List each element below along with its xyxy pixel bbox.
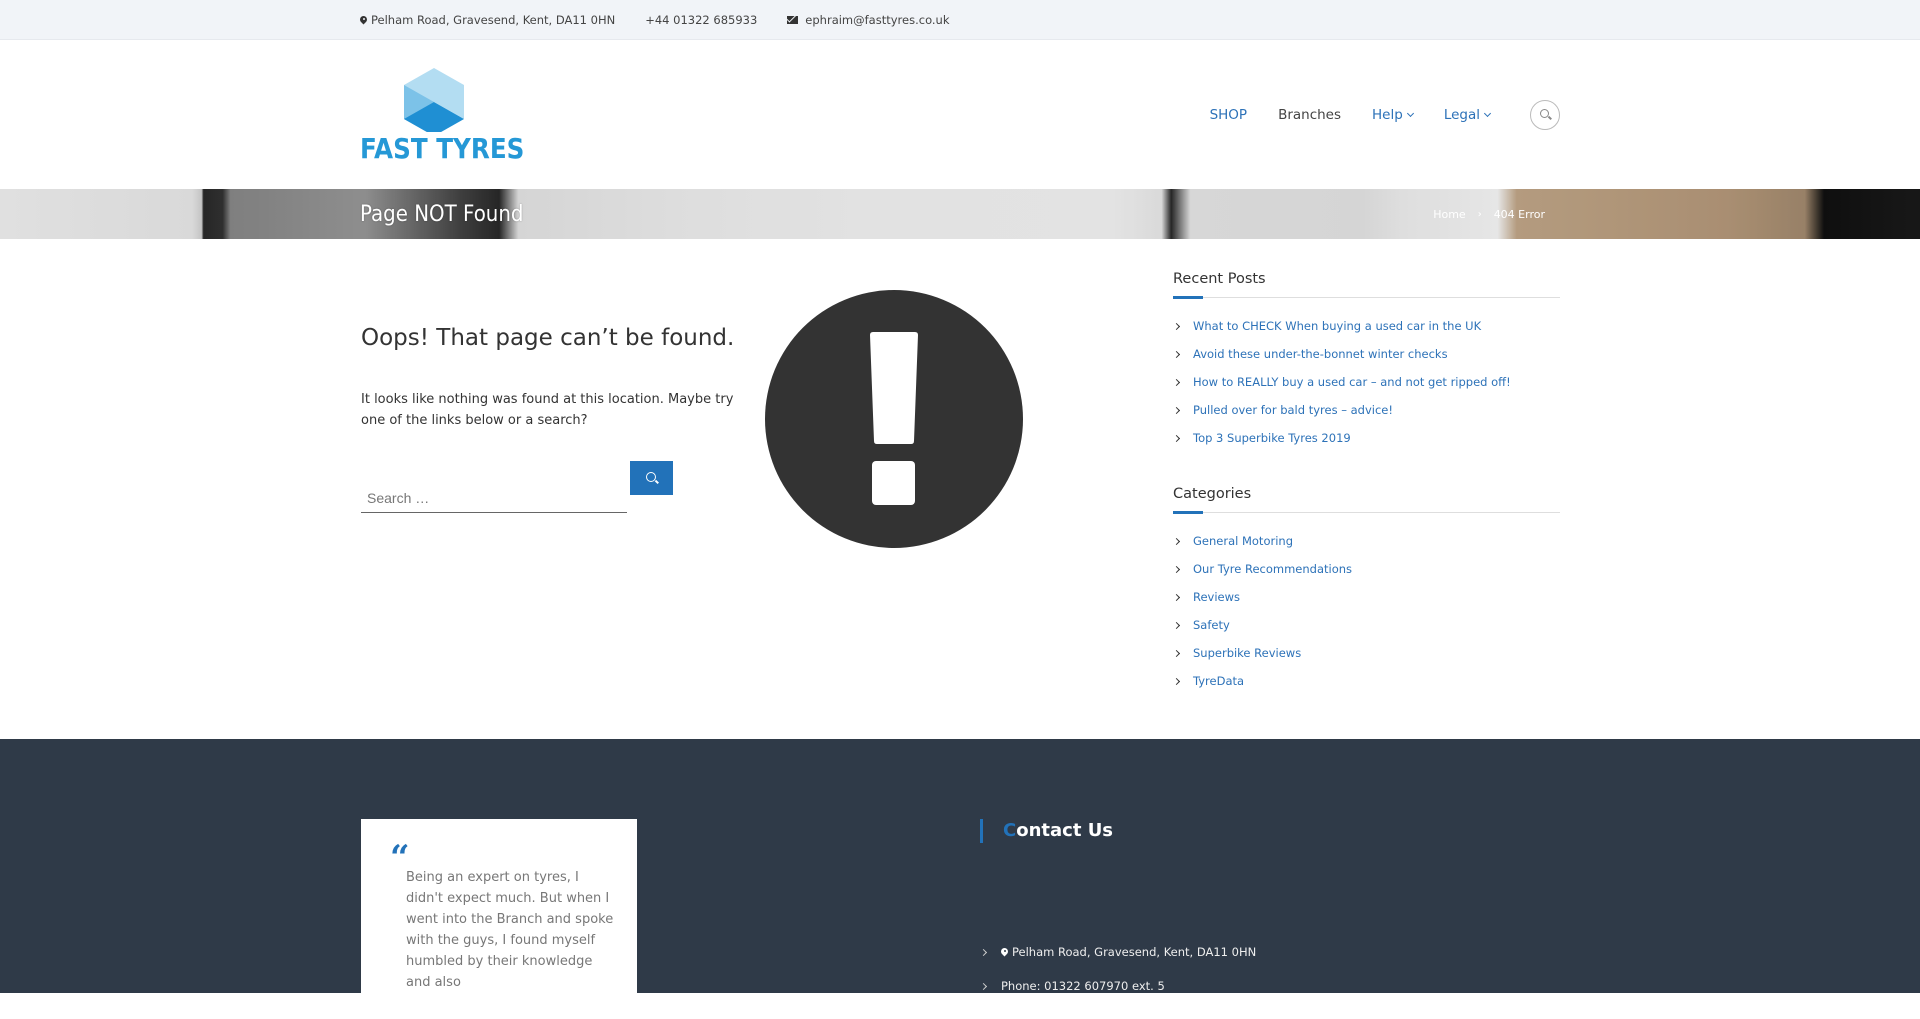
list-item: How to REALLY buy a used car – and not g… (1172, 368, 1560, 396)
nav-shop-label: SHOP (1209, 106, 1248, 123)
list-item: What to CHECK When buying a used car in … (1172, 312, 1560, 340)
chevron-right-icon (1172, 406, 1181, 414)
recent-posts-title: Recent Posts (1173, 271, 1560, 299)
chevron-down-icon (1406, 109, 1414, 117)
chevron-right-icon (979, 948, 988, 956)
site-header: FAST TYRES SHOP Branches Help Legal (0, 40, 1920, 189)
contact-item: Pelham Road, Gravesend, Kent, DA11 0HN (979, 935, 1540, 969)
chevron-right-icon (1172, 322, 1181, 330)
list-item: Superbike Reviews (1172, 639, 1560, 667)
page-title: Page NOT Found (360, 201, 524, 227)
category-link[interactable]: Safety (1193, 618, 1230, 632)
chevron-right-icon (1172, 350, 1181, 358)
topbar-address-text: Pelham Road, Gravesend, Kent, DA11 0HN (371, 13, 616, 27)
topbar-email[interactable]: ephraim@fasttyres.co.uk (787, 13, 950, 27)
header-search-button[interactable] (1530, 99, 1560, 130)
categories-title: Categories (1173, 486, 1560, 514)
error-heading: Oops! That page can’t be found. (361, 325, 735, 351)
category-link[interactable]: Superbike Reviews (1193, 646, 1301, 660)
nav-help-label: Help (1372, 106, 1403, 123)
testimonial-text: Being an expert on tyres, I didn't expec… (406, 870, 614, 990)
site-logo[interactable]: FAST TYRES (360, 62, 524, 172)
nav-branches[interactable]: Branches (1278, 107, 1341, 123)
site-footer: “ Being an expert on tyres, I didn't exp… (0, 739, 1920, 1019)
search-submit-button[interactable] (630, 461, 673, 495)
map-pin-icon (1001, 948, 1008, 957)
nav-legal[interactable]: Legal (1443, 106, 1492, 123)
recent-post-link[interactable]: Pulled over for bald tyres – advice! (1193, 403, 1393, 417)
topbar-phone: +44 01322 685933 (645, 13, 757, 27)
nav-help[interactable]: Help (1372, 106, 1414, 123)
chevron-right-icon (1172, 537, 1181, 545)
chevron-right-icon (1172, 378, 1181, 386)
topbar-phone-text: +44 01322 685933 (645, 13, 758, 27)
map-pin-icon (360, 16, 367, 25)
list-item: Pulled over for bald tyres – advice! (1172, 396, 1560, 424)
search-icon (645, 472, 656, 482)
contact-section: Contact Us Pelham Road, Gravesend, Kent,… (979, 819, 1540, 1003)
topbar-address: Pelham Road, Gravesend, Kent, DA11 0HN (360, 13, 615, 27)
hexagon-logo-icon (404, 67, 464, 132)
recent-post-link[interactable]: What to CHECK When buying a used car in … (1193, 319, 1481, 333)
nav-branches-label: Branches (1278, 106, 1342, 123)
breadcrumb-separator: › (1477, 208, 1482, 220)
chevron-right-icon (1172, 593, 1181, 601)
chevron-right-icon (1172, 677, 1181, 685)
logo-text: FAST TYRES (360, 131, 525, 165)
exclamation-circle-icon (765, 290, 1023, 548)
main-nav: SHOP Branches Help Legal (1179, 99, 1560, 130)
nav-shop[interactable]: SHOP (1210, 107, 1248, 123)
main-content: Oops! That page can’t be found. It looks… (0, 239, 1920, 739)
chevron-right-icon (1172, 565, 1181, 573)
list-item: TyreData (1172, 667, 1560, 695)
chevron-right-icon (979, 982, 988, 990)
category-link[interactable]: Our Tyre Recommendations (1193, 562, 1352, 576)
testimonial-card: “ Being an expert on tyres, I didn't exp… (361, 819, 637, 1019)
contact-phone: Phone: 01322 607970 ext. 5 (1001, 979, 1165, 993)
contact-item: Phone: 01322 607970 ext. 5 (979, 969, 1540, 1003)
contact-title-rest: ontact Us (1016, 820, 1114, 841)
search-icon (1539, 109, 1549, 118)
list-item: Safety (1172, 611, 1560, 639)
contact-address: Pelham Road, Gravesend, Kent, DA11 0HN (1012, 945, 1257, 959)
chevron-right-icon (1172, 621, 1181, 629)
top-bar: Pelham Road, Gravesend, Kent, DA11 0HN +… (0, 0, 1920, 40)
list-item: Reviews (1172, 583, 1560, 611)
chevron-right-icon (1172, 649, 1181, 657)
category-link[interactable]: Reviews (1193, 590, 1240, 604)
error-content: Oops! That page can’t be found. It looks… (360, 239, 1160, 739)
recent-post-link[interactable]: Avoid these under-the-bonnet winter chec… (1193, 347, 1448, 361)
nav-legal-label: Legal (1443, 106, 1480, 123)
topbar-email-text[interactable]: ephraim@fasttyres.co.uk (805, 13, 949, 27)
quote-icon: “ (390, 838, 410, 878)
error-description: It looks like nothing was found at this … (361, 392, 734, 428)
chevron-right-icon (1172, 434, 1181, 442)
list-item: Top 3 Superbike Tyres 2019 (1172, 424, 1560, 452)
recent-post-link[interactable]: Top 3 Superbike Tyres 2019 (1193, 431, 1351, 445)
contact-title: Contact Us (980, 819, 1540, 843)
categories-widget: Categories General Motoring Our Tyre Rec… (1172, 486, 1560, 695)
list-item: General Motoring (1172, 527, 1560, 555)
envelope-icon (787, 16, 799, 24)
breadcrumb-home[interactable]: Home (1433, 208, 1465, 221)
category-link[interactable]: TyreData (1193, 674, 1244, 688)
list-item: Avoid these under-the-bonnet winter chec… (1172, 340, 1560, 368)
contact-title-initial: C (1003, 820, 1017, 841)
chevron-down-icon (1483, 109, 1492, 117)
page-banner: Page NOT Found Home › 404 Error (0, 189, 1920, 239)
list-item: Our Tyre Recommendations (1172, 555, 1560, 583)
breadcrumb-current: 404 Error (1493, 207, 1545, 221)
category-link[interactable]: General Motoring (1193, 534, 1293, 548)
breadcrumb: Home › 404 Error (1433, 208, 1545, 221)
search-input[interactable] (361, 483, 627, 513)
sidebar: Recent Posts What to CHECK When buying a… (1172, 239, 1560, 739)
recent-posts-widget: Recent Posts What to CHECK When buying a… (1172, 271, 1560, 452)
recent-post-link[interactable]: How to REALLY buy a used car – and not g… (1193, 375, 1511, 389)
